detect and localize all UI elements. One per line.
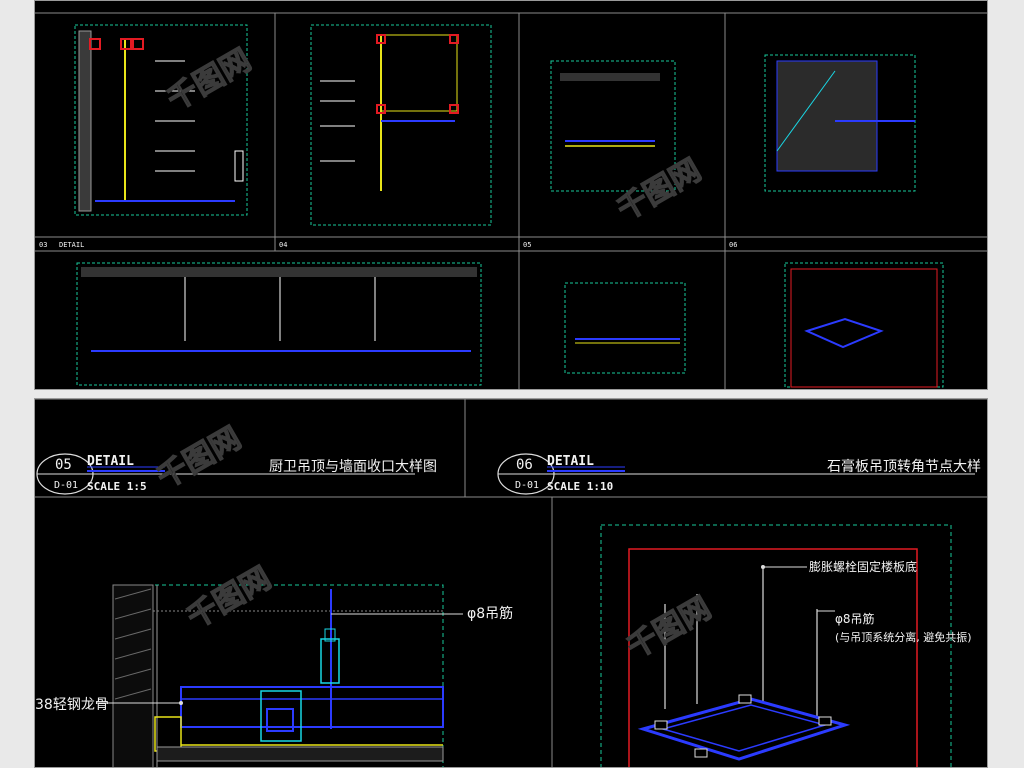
svg-text:千图网: 千图网: [622, 591, 717, 666]
detail-05-number: 05: [55, 457, 72, 473]
detail-05-scale: SCALE 1:5: [87, 480, 147, 493]
detail-05-title: 厨卫吊顶与墙面收口大样图: [269, 459, 437, 475]
detail-06-scale: SCALE 1:10: [547, 480, 613, 493]
bottom-drawing-sheet: 05 D-01 DETAIL SCALE 1:5 厨卫吊顶与墙面收口大样图 06…: [34, 398, 988, 768]
detail-05-title-block: 05 D-01 DETAIL SCALE 1:5 厨卫吊顶与墙面收口大样图: [36, 453, 437, 495]
detail-06-number: 06: [516, 457, 533, 473]
detail-06-title: 石膏板吊顶转角节点大样: [827, 458, 981, 475]
svg-text:千图网: 千图网: [612, 153, 707, 228]
detail-06-title-block: 06 D-01 DETAIL SCALE 1:10 石膏板吊顶转角节点大样: [497, 453, 981, 495]
svg-text:千图网: 千图网: [182, 561, 277, 636]
detail-05-drawing: φ8吊筋 38轻钢龙骨: [35, 584, 513, 767]
svg-text:千图网: 千图网: [152, 421, 247, 496]
detail-06-detail-label: DETAIL: [547, 454, 594, 469]
top-label-04: 04: [279, 241, 287, 249]
detail-06-rod-label: φ8吊筋: [835, 611, 875, 626]
detail-06-sheet-ref: D-01: [515, 480, 539, 491]
top-detail-label: DETAIL: [59, 241, 84, 249]
top-label-03: 03: [39, 241, 47, 249]
detail-05-sheet-ref: D-01: [54, 480, 78, 491]
svg-text:千图网: 千图网: [162, 43, 257, 118]
top-drawing-sheet: 03 04 05 06 DETAIL 千图网 千图网: [34, 0, 988, 390]
detail-05-keel-label: 38轻钢龙骨: [35, 697, 109, 713]
detail-06-rod-note: (与吊顶系统分离, 避免共振): [835, 630, 972, 644]
bottom-sheet-drawing: 05 D-01 DETAIL SCALE 1:5 厨卫吊顶与墙面收口大样图 06…: [35, 399, 987, 767]
detail-05-detail-label: DETAIL: [87, 454, 134, 469]
top-label-05: 05: [523, 241, 531, 249]
detail-05-rod-label: φ8吊筋: [467, 605, 513, 622]
detail-06-anchor-label: 膨胀螺栓固定楼板底: [809, 559, 917, 574]
top-sheet-drawing: 03 04 05 06 DETAIL 千图网 千图网: [35, 12, 987, 389]
top-label-06: 06: [729, 241, 737, 249]
